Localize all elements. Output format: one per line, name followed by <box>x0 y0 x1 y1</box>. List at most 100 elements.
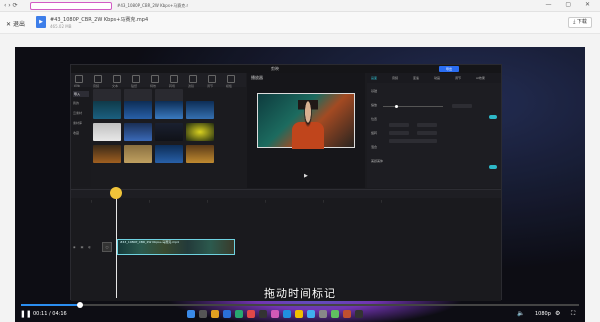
app-icon <box>319 310 327 318</box>
media-thumb[interactable] <box>124 145 152 163</box>
app-icon <box>211 310 219 318</box>
tool-icon[interactable] <box>151 75 159 83</box>
app-icon <box>259 310 267 318</box>
tool-icon[interactable] <box>94 75 102 83</box>
exit-button[interactable]: ✕ 退出 <box>6 19 25 28</box>
video-track: ◉ ▣ ◐ ▢ #43_1080P_CBR_2W Kbps+马赛克.mp4 <box>71 239 501 255</box>
media-thumb[interactable] <box>155 145 183 163</box>
tool-icon[interactable] <box>189 75 197 83</box>
progress-knob[interactable] <box>76 302 83 308</box>
pause-button[interactable]: ❚❚ <box>20 310 32 318</box>
tool-icon[interactable] <box>75 75 83 83</box>
tool-icon[interactable] <box>170 75 178 83</box>
sidebar-item[interactable]: 收藏 <box>73 131 79 135</box>
preview-panel: 播放器 ▶ <box>247 73 365 188</box>
toggle-switch[interactable] <box>489 115 497 119</box>
tool-label: 调节 <box>207 84 214 88</box>
media-thumb[interactable] <box>93 123 121 141</box>
settings-icon[interactable]: ⚙ <box>555 310 560 317</box>
media-thumb[interactable] <box>155 101 183 119</box>
track-cover[interactable]: ▢ <box>102 242 112 252</box>
value-field[interactable] <box>452 104 472 108</box>
properties-tab[interactable]: AI效果 <box>476 76 485 80</box>
video-clip[interactable]: #43_1080P_CBR_2W Kbps+马赛克.mp4 <box>117 239 235 255</box>
editor-toolbar: 媒体 音频 文本 贴纸 特效 转场 滤镜 调节 模板 <box>71 73 246 88</box>
media-thumb[interactable] <box>186 123 214 141</box>
window-controls[interactable]: — ▢ ✕ <box>545 1 596 8</box>
file-name: #43_1080P_CBR_2W Kbps+马赛克.mp4 <box>50 17 149 23</box>
tool-icon[interactable] <box>208 75 216 83</box>
tool-label: 特效 <box>150 84 157 88</box>
value-field[interactable] <box>389 123 409 127</box>
total-time: 04:16 <box>52 311 67 317</box>
properties-tab[interactable]: 变速 <box>413 76 419 80</box>
value-field[interactable] <box>389 139 437 143</box>
video-player[interactable]: 剪映 导出 媒体 音频 文本 贴纸 特效 转场 滤镜 调节 模板 导入 我的 云素材 素材库 收藏 <box>15 47 585 322</box>
properties-tab[interactable]: 画面 <box>371 76 377 80</box>
editor-titlebar: 剪映 导出 <box>71 65 501 73</box>
ruler-tick: | <box>323 199 325 203</box>
search-icon <box>199 310 207 318</box>
property-row-label: 位置 <box>371 117 378 121</box>
timeline-toolbar <box>71 190 501 198</box>
tool-label: 转场 <box>169 84 176 88</box>
volume-icon[interactable]: 🔈 <box>517 310 524 317</box>
toggle-switch[interactable] <box>489 165 497 169</box>
person-figure <box>298 100 318 148</box>
start-icon <box>187 310 195 318</box>
nav-buttons[interactable]: ‹ › ⟳ <box>4 2 18 9</box>
sidebar-item[interactable]: 导入 <box>73 91 89 97</box>
sidebar-item[interactable]: 素材库 <box>73 121 82 125</box>
properties-tab[interactable]: 调节 <box>455 76 461 80</box>
media-thumb[interactable] <box>186 145 214 163</box>
fullscreen-icon[interactable]: ⛶ <box>571 310 575 318</box>
time-display: 00:11 / 04:16 <box>33 311 67 317</box>
tab-active[interactable] <box>30 2 112 10</box>
tool-label: 文本 <box>112 84 119 88</box>
tool-icon[interactable] <box>132 75 140 83</box>
current-time: 00:11 <box>33 311 48 317</box>
media-thumb[interactable] <box>124 123 152 141</box>
media-thumb[interactable] <box>93 145 121 163</box>
clip-label: #43_1080P_CBR_2W Kbps+马赛克.mp4 <box>120 240 179 244</box>
tool-icon[interactable] <box>227 75 235 83</box>
media-thumb[interactable] <box>155 123 183 141</box>
track-controls[interactable]: ◉ ▣ ◐ <box>73 245 93 249</box>
app-icon <box>271 310 279 318</box>
value-field[interactable] <box>417 131 437 135</box>
scale-slider[interactable] <box>383 105 443 108</box>
app-icon <box>343 310 351 318</box>
viewer-header: ✕ 退出 ▶ #43_1080P_CBR_2W Kbps+马赛克.mp4 465… <box>0 12 600 34</box>
value-field[interactable] <box>389 131 409 135</box>
app-icon <box>307 310 315 318</box>
app-icon <box>247 310 255 318</box>
preview-video-frame[interactable] <box>257 93 355 149</box>
sidebar-item[interactable]: 我的 <box>73 101 79 105</box>
value-field[interactable] <box>417 123 437 127</box>
property-row-label: 缩放 <box>371 103 378 107</box>
sidebar-item[interactable]: 云素材 <box>73 111 82 115</box>
app-icon <box>235 310 243 318</box>
properties-tab[interactable]: 动画 <box>434 76 440 80</box>
media-thumb[interactable] <box>93 101 121 119</box>
media-thumb[interactable] <box>186 101 214 119</box>
media-thumb[interactable] <box>124 101 152 119</box>
export-button[interactable]: 导出 <box>439 66 459 72</box>
progress-fill <box>21 304 80 306</box>
tab-video[interactable]: #43_1080P_CBR_2W Kbps+马赛克.mp4 <box>114 2 188 10</box>
properties-tab[interactable]: 音频 <box>392 76 398 80</box>
slider-knob[interactable] <box>395 105 398 108</box>
download-button[interactable]: ⤓ 下载 <box>568 17 592 28</box>
preview-label: 播放器 <box>251 75 263 80</box>
app-icon <box>283 310 291 318</box>
quality-label[interactable]: 1080p <box>535 311 551 317</box>
app-icon <box>355 310 363 318</box>
ruler-tick: | <box>91 199 93 203</box>
tool-label: 贴纸 <box>131 84 138 88</box>
timeline-ruler[interactable]: | | | | | | <box>71 198 501 204</box>
preview-play-icon[interactable]: ▶ <box>304 173 308 179</box>
player-controls: ❚❚ 00:11 / 04:16 🔈 1080p ⚙ ⛶ <box>15 302 585 322</box>
tool-icon[interactable] <box>113 75 121 83</box>
progress-bar[interactable] <box>21 302 579 308</box>
playhead-handle[interactable] <box>110 187 122 199</box>
